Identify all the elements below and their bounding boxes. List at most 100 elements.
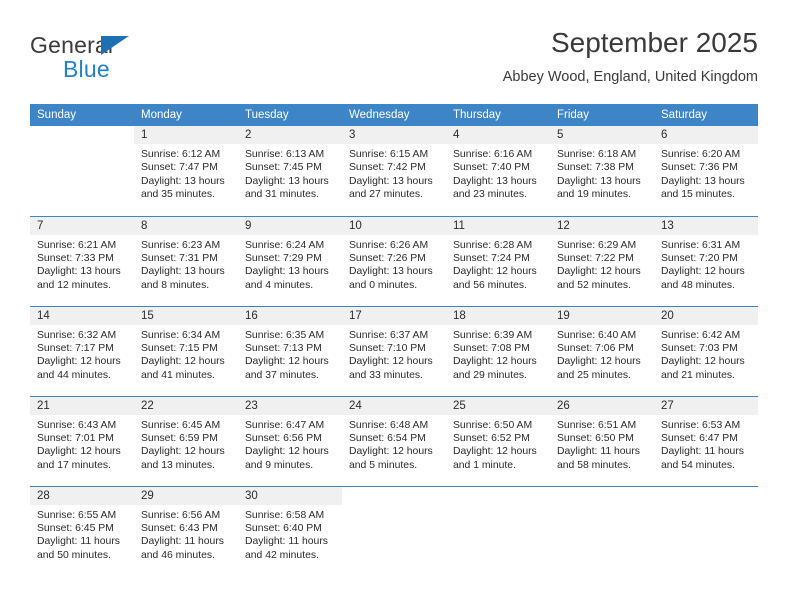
day-cell[interactable]: 11 Sunrise: 6:28 AM Sunset: 7:24 PM Dayl…: [446, 215, 550, 306]
day-details: Sunrise: 6:32 AM Sunset: 7:17 PM Dayligh…: [30, 325, 134, 383]
day-cell[interactable]: 22 Sunrise: 6:45 AM Sunset: 6:59 PM Dayl…: [134, 395, 238, 486]
day-cell[interactable]: [342, 485, 446, 576]
day-cell[interactable]: 27 Sunrise: 6:53 AM Sunset: 6:47 PM Dayl…: [654, 395, 758, 486]
sunrise-text: Sunrise: 6:31 AM: [661, 239, 741, 251]
daylight-text: Daylight: 12 hours and 37 minutes.: [245, 356, 329, 381]
sunset-text: Sunset: 6:45 PM: [37, 522, 114, 534]
day-cell[interactable]: 17 Sunrise: 6:37 AM Sunset: 7:10 PM Dayl…: [342, 305, 446, 396]
day-cell[interactable]: 7 Sunrise: 6:21 AM Sunset: 7:33 PM Dayli…: [30, 215, 134, 306]
daylight-text: Daylight: 11 hours and 42 minutes.: [245, 536, 328, 561]
day-cell[interactable]: [30, 126, 134, 216]
weekday-header-row: Sunday Monday Tuesday Wednesday Thursday…: [30, 104, 758, 126]
day-details: Sunrise: 6:48 AM Sunset: 6:54 PM Dayligh…: [342, 415, 446, 473]
day-cell[interactable]: 24 Sunrise: 6:48 AM Sunset: 6:54 PM Dayl…: [342, 395, 446, 486]
day-cell[interactable]: 25 Sunrise: 6:50 AM Sunset: 6:52 PM Dayl…: [446, 395, 550, 486]
day-cell[interactable]: [654, 485, 758, 576]
day-details: [654, 505, 758, 509]
daylight-text: Daylight: 12 hours and 29 minutes.: [453, 356, 537, 381]
day-cell[interactable]: 15 Sunrise: 6:34 AM Sunset: 7:15 PM Dayl…: [134, 305, 238, 396]
day-details: Sunrise: 6:28 AM Sunset: 7:24 PM Dayligh…: [446, 235, 550, 293]
day-cell[interactable]: 16 Sunrise: 6:35 AM Sunset: 7:13 PM Dayl…: [238, 305, 342, 396]
sunrise-text: Sunrise: 6:15 AM: [349, 149, 429, 160]
sunrise-text: Sunrise: 6:34 AM: [141, 329, 221, 341]
day-cell[interactable]: 2 Sunrise: 6:13 AM Sunset: 7:45 PM Dayli…: [238, 126, 342, 216]
calendar-week-row: 28 Sunrise: 6:55 AM Sunset: 6:45 PM Dayl…: [30, 485, 758, 576]
sunrise-text: Sunrise: 6:50 AM: [453, 419, 533, 431]
daylight-text: Daylight: 12 hours and 56 minutes.: [453, 266, 537, 291]
sunrise-text: Sunrise: 6:55 AM: [37, 509, 117, 521]
day-number: 7: [30, 216, 134, 235]
daylight-text: Daylight: 13 hours and 15 minutes.: [661, 175, 745, 201]
sunrise-text: Sunrise: 6:53 AM: [661, 419, 741, 431]
daylight-text: Daylight: 13 hours and 35 minutes.: [141, 175, 225, 201]
sunset-text: Sunset: 7:33 PM: [37, 252, 114, 264]
day-number: 25: [446, 396, 550, 415]
day-cell[interactable]: 10 Sunrise: 6:26 AM Sunset: 7:26 PM Dayl…: [342, 215, 446, 306]
day-details: Sunrise: 6:42 AM Sunset: 7:03 PM Dayligh…: [654, 325, 758, 383]
sunrise-text: Sunrise: 6:56 AM: [141, 509, 221, 521]
day-cell[interactable]: 28 Sunrise: 6:55 AM Sunset: 6:45 PM Dayl…: [30, 485, 134, 576]
day-cell[interactable]: 5 Sunrise: 6:18 AM Sunset: 7:38 PM Dayli…: [550, 126, 654, 216]
sunrise-text: Sunrise: 6:21 AM: [37, 239, 117, 251]
day-details: Sunrise: 6:50 AM Sunset: 6:52 PM Dayligh…: [446, 415, 550, 473]
day-number: 5: [550, 126, 654, 144]
day-cell[interactable]: 19 Sunrise: 6:40 AM Sunset: 7:06 PM Dayl…: [550, 305, 654, 396]
day-cell[interactable]: 21 Sunrise: 6:43 AM Sunset: 7:01 PM Dayl…: [30, 395, 134, 486]
day-cell[interactable]: 13 Sunrise: 6:31 AM Sunset: 7:20 PM Dayl…: [654, 215, 758, 306]
sunrise-text: Sunrise: 6:51 AM: [557, 419, 637, 431]
daylight-text: Daylight: 12 hours and 13 minutes.: [141, 446, 225, 471]
day-cell[interactable]: 12 Sunrise: 6:29 AM Sunset: 7:22 PM Dayl…: [550, 215, 654, 306]
day-number: [342, 486, 446, 505]
sunrise-text: Sunrise: 6:26 AM: [349, 239, 429, 251]
day-number: 13: [654, 216, 758, 235]
calendar-page: General Blue September 2025 Abbey Wood, …: [0, 0, 792, 612]
sunset-text: Sunset: 6:40 PM: [245, 522, 322, 534]
day-cell[interactable]: 29 Sunrise: 6:56 AM Sunset: 6:43 PM Dayl…: [134, 485, 238, 576]
daylight-text: Daylight: 11 hours and 54 minutes.: [661, 446, 744, 471]
day-number: [550, 486, 654, 505]
day-number: 9: [238, 216, 342, 235]
day-cell[interactable]: [550, 485, 654, 576]
sunset-text: Sunset: 7:38 PM: [557, 162, 634, 174]
title-block: September 2025 Abbey Wood, England, Unit…: [503, 26, 758, 88]
day-cell[interactable]: 30 Sunrise: 6:58 AM Sunset: 6:40 PM Dayl…: [238, 485, 342, 576]
daylight-text: Daylight: 12 hours and 5 minutes.: [349, 446, 433, 471]
sunrise-text: Sunrise: 6:35 AM: [245, 329, 325, 341]
day-cell[interactable]: 1 Sunrise: 6:12 AM Sunset: 7:47 PM Dayli…: [134, 126, 238, 216]
day-cell[interactable]: 23 Sunrise: 6:47 AM Sunset: 6:56 PM Dayl…: [238, 395, 342, 486]
day-cell[interactable]: 3 Sunrise: 6:15 AM Sunset: 7:42 PM Dayli…: [342, 126, 446, 216]
sunrise-text: Sunrise: 6:28 AM: [453, 239, 533, 251]
day-number: 20: [654, 306, 758, 325]
day-cell[interactable]: 9 Sunrise: 6:24 AM Sunset: 7:29 PM Dayli…: [238, 215, 342, 306]
daylight-text: Daylight: 12 hours and 17 minutes.: [37, 446, 121, 471]
day-cell[interactable]: [446, 485, 550, 576]
day-cell[interactable]: 18 Sunrise: 6:39 AM Sunset: 7:08 PM Dayl…: [446, 305, 550, 396]
day-number: 1: [134, 126, 238, 144]
day-cell[interactable]: 8 Sunrise: 6:23 AM Sunset: 7:31 PM Dayli…: [134, 215, 238, 306]
day-cell[interactable]: 26 Sunrise: 6:51 AM Sunset: 6:50 PM Dayl…: [550, 395, 654, 486]
day-cell[interactable]: 4 Sunrise: 6:16 AM Sunset: 7:40 PM Dayli…: [446, 126, 550, 216]
day-cell[interactable]: 14 Sunrise: 6:32 AM Sunset: 7:17 PM Dayl…: [30, 305, 134, 396]
sunset-text: Sunset: 7:45 PM: [245, 162, 322, 174]
day-number: 26: [550, 396, 654, 415]
day-details: Sunrise: 6:43 AM Sunset: 7:01 PM Dayligh…: [30, 415, 134, 473]
day-details: [550, 505, 654, 509]
day-number: [654, 486, 758, 505]
sunrise-text: Sunrise: 6:37 AM: [349, 329, 429, 341]
day-details: Sunrise: 6:13 AM Sunset: 7:45 PM Dayligh…: [238, 144, 342, 202]
weekday-header-monday: Monday: [134, 104, 238, 126]
sunrise-text: Sunrise: 6:48 AM: [349, 419, 429, 431]
day-details: Sunrise: 6:34 AM Sunset: 7:15 PM Dayligh…: [134, 325, 238, 383]
day-cell[interactable]: 20 Sunrise: 6:42 AM Sunset: 7:03 PM Dayl…: [654, 305, 758, 396]
sunset-text: Sunset: 6:50 PM: [557, 432, 634, 444]
daylight-text: Daylight: 12 hours and 52 minutes.: [557, 266, 641, 291]
sunset-text: Sunset: 6:59 PM: [141, 432, 218, 444]
day-details: Sunrise: 6:53 AM Sunset: 6:47 PM Dayligh…: [654, 415, 758, 473]
sunset-text: Sunset: 7:13 PM: [245, 342, 322, 354]
day-details: Sunrise: 6:39 AM Sunset: 7:08 PM Dayligh…: [446, 325, 550, 383]
daylight-text: Daylight: 12 hours and 21 minutes.: [661, 356, 745, 381]
weekday-header-thursday: Thursday: [446, 104, 550, 126]
day-cell[interactable]: 6 Sunrise: 6:20 AM Sunset: 7:36 PM Dayli…: [654, 126, 758, 216]
general-blue-logo[interactable]: General Blue: [30, 32, 230, 88]
sunrise-text: Sunrise: 6:13 AM: [245, 149, 325, 160]
